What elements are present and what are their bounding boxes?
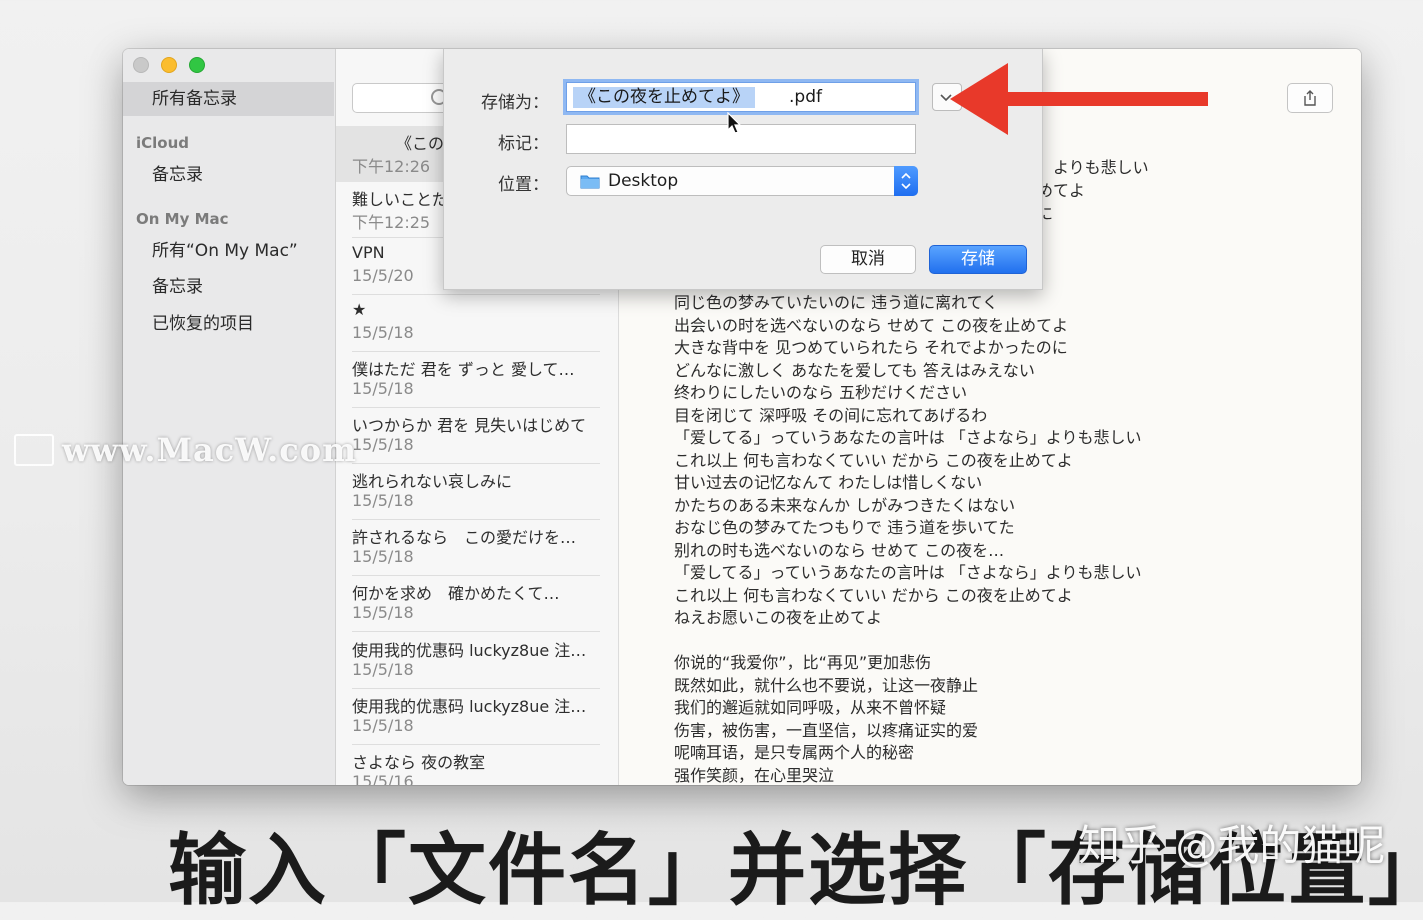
location-popup[interactable]: Desktop [566, 166, 918, 196]
credit: 知乎 @我的猫呢 [1078, 821, 1386, 870]
popup-stepper[interactable] [894, 166, 918, 196]
content-line: 既然如此，就什么也不要说，让这一夜静止 [674, 676, 979, 695]
list-item[interactable]: 使用我的优惠码 luckyz8ue 注… 15/5/18 [336, 689, 618, 745]
divider [352, 294, 600, 295]
close-button[interactable] [133, 57, 149, 73]
sidebar: 所有备忘录 iCloud 备忘录 On My Mac 所有“On My Mac”… [123, 49, 336, 785]
filename-selection: 《この夜を止めてよ》 [573, 87, 755, 108]
share-button[interactable] [1287, 83, 1333, 113]
tags-label: 标记： [498, 134, 549, 154]
content-line: 「爱してる」っていうあなたの言叶は 「さよなら」よりも悲しい [674, 428, 1142, 447]
list-item[interactable]: ★ 15/5/18 [336, 296, 618, 352]
save-button[interactable]: 存储 [929, 245, 1027, 274]
note-title: 許されるなら この愛だけを… [352, 528, 577, 547]
content-line: 甘い过去の记忆なんて わたしは惜しくない [674, 473, 983, 492]
note-date: 15/5/18 [352, 379, 414, 398]
sidebar-header-icloud: iCloud [136, 134, 190, 152]
list-item[interactable]: いつからか 君を 見失いはじめて 15/5/18 [336, 408, 618, 464]
mouse-cursor-icon [727, 112, 742, 134]
note-date: 15/5/20 [352, 266, 414, 285]
note-title: 僕はただ 君を ずっと 愛して… [352, 360, 575, 379]
list-item[interactable]: 何かを求め 確かめたくて… 15/5/18 [336, 576, 618, 632]
minimize-button[interactable] [161, 57, 177, 73]
watermark-logo-icon [14, 434, 54, 466]
sidebar-item-all-notes[interactable]: 所有备忘录 [123, 82, 334, 116]
note-title: いつからか 君を 見失いはじめて [352, 416, 587, 435]
note-date: 15/5/18 [352, 547, 414, 566]
folder-icon [580, 175, 600, 189]
filename-extension: .pdf [789, 87, 822, 107]
content-line: めてよ [1037, 181, 1086, 200]
content-line: ねえお愿いこの夜を止めてよ [674, 608, 883, 627]
note-title: 逃れられない哀しみに [352, 472, 513, 491]
location-label: 位置： [498, 175, 549, 195]
note-title: 使用我的优惠码 luckyz8ue 注… [352, 641, 587, 660]
note-date: 15/5/18 [352, 603, 414, 622]
content-line: これ以上 何も言わなくていい だから この夜を止めてよ [674, 451, 1073, 470]
divider [352, 631, 600, 632]
content-line: 呢喃耳语，是只专属两个人的秘密 [674, 743, 915, 762]
content-line: 「爱してる」っていうあなたの言叶は 「さよなら」よりも悲しい [674, 563, 1142, 582]
watermark-text: www.MacW.com [62, 431, 357, 469]
content-line: 」よりも悲しい [1037, 158, 1149, 177]
content-line: 你说的“我爱你”，比“再见”更加悲伤 [674, 653, 932, 672]
filename-field[interactable]: 《この夜を止めてよ》 .pdf [566, 82, 916, 112]
note-date: 15/5/18 [352, 660, 414, 679]
note-date: 下午12:26 [352, 157, 431, 176]
sidebar-item-recovered[interactable]: 已恢复的项目 [123, 307, 334, 341]
content-line: 别れの时も选べないのなら せめて この夜を… [674, 541, 1005, 560]
note-date: 15/5/18 [352, 491, 414, 510]
list-item[interactable]: 僕はただ 君を ずっと 愛して… 15/5/18 [336, 352, 618, 408]
note-title: 何かを求め 確かめたくて… [352, 584, 560, 603]
red-arrow-icon [950, 63, 1208, 135]
content-line: 强作笑颜，在心里哭泣 [674, 766, 835, 785]
content-line: 同じ色の梦みていたいのに 违う道に离れてく [674, 293, 999, 312]
list-item[interactable]: 許されるなら この愛だけを… 15/5/18 [336, 520, 618, 576]
note-date: 下午12:25 [352, 213, 431, 232]
sidebar-item-icloud-notes[interactable]: 备忘录 [123, 158, 334, 192]
note-date: 15/5/18 [352, 435, 414, 454]
cancel-button[interactable]: 取消 [820, 245, 916, 274]
content-line: 伤害，被伤害，一直坚信，以疼痛证实的爱 [674, 721, 979, 740]
notes-window: 所有备忘录 iCloud 备忘录 On My Mac 所有“On My Mac”… [123, 49, 1361, 785]
content-line: 大きな背中を 见つめていられたら それでよかったのに [674, 338, 1068, 357]
content-line: 我们的邂逅就如同呼吸，从来不曾怀疑 [674, 698, 947, 717]
sidebar-item-mac-notes[interactable]: 备忘录 [123, 270, 334, 304]
watermark: www.MacW.com [14, 431, 357, 469]
note-title: 使用我的优惠码 luckyz8ue 注… [352, 697, 587, 716]
note-title: さよなら 夜の教室 [352, 753, 486, 772]
share-icon [1304, 90, 1316, 106]
list-item[interactable]: 逃れられない哀しみに 15/5/18 [336, 464, 618, 520]
content-line: 终わりにしたいのなら 五秒だけください [674, 383, 968, 402]
sidebar-item-mac-all[interactable]: 所有“On My Mac” [123, 234, 334, 268]
content-line: おなじ色の梦みてたつもりで 违う道を歩いてた [674, 518, 1015, 537]
note-date: 15/5/16 [352, 772, 414, 785]
note-date: 15/5/18 [352, 716, 414, 735]
sidebar-header-on-my-mac: On My Mac [136, 210, 229, 228]
list-item[interactable]: 使用我的优惠码 luckyz8ue 注… 15/5/18 [336, 633, 618, 689]
content-line: 目を闭じて 深呼吸 その间に忘れてあげるわ [674, 406, 988, 425]
up-down-chevron-icon [901, 172, 911, 190]
content-line: どんなに激しく あなたを爱しても 答えはみえない [674, 361, 1035, 380]
zoom-button[interactable] [189, 57, 205, 73]
content-line: かたちのある未来なんか しがみつきたくはない [674, 496, 1016, 515]
save-as-label: 存储为： [481, 93, 549, 113]
list-item[interactable]: さよなら 夜の教室 15/5/16 [336, 745, 618, 785]
content-line: これ以上 何も言わなくていい だから この夜を止めてよ [674, 586, 1073, 605]
note-title: ★ [352, 300, 367, 319]
window-controls [133, 57, 205, 73]
location-value: Desktop [608, 171, 679, 191]
content-line: 出会いの时を选べないのなら せめて この夜を止めてよ [674, 316, 1069, 335]
note-date: 15/5/18 [352, 323, 414, 342]
